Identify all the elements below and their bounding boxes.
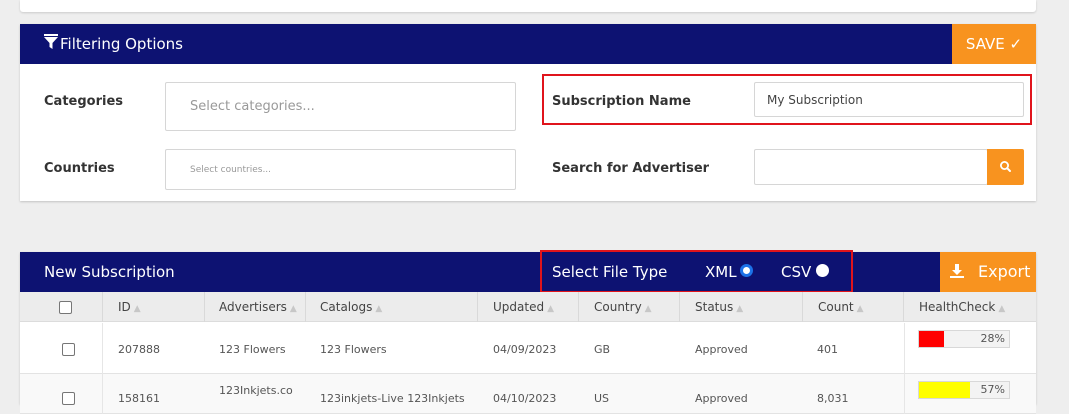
new-subscription-title: New Subscription: [44, 263, 175, 281]
column-header-healthcheck[interactable]: HealthCheck ▲: [904, 292, 1036, 322]
new-subscription-header: New Subscription Select File Type XML CS…: [20, 252, 1036, 292]
filter-icon: [44, 34, 58, 49]
healthcheck-fill: [919, 331, 945, 347]
new-subscription-panel: New Subscription Select File Type XML CS…: [20, 250, 1036, 414]
row-catalog: 123inkjets-Live 123Inkjets: [320, 392, 465, 405]
sort-icon: ▲: [289, 304, 297, 314]
column-header-updated[interactable]: Updated ▲: [478, 292, 579, 322]
healthcheck-percent: 57%: [980, 383, 1005, 396]
column-header-advertisers-label: Advertisers: [219, 300, 287, 314]
search-advertiser-label: Search for Advertiser: [552, 161, 710, 176]
row-checkbox[interactable]: [62, 392, 75, 405]
column-header-count-label: Count: [818, 300, 854, 314]
table-header: ID ▲ Advertisers ▲ Catalogs ▲ Updated ▲ Coun…: [20, 292, 1036, 322]
save-button[interactable]: SAVE ✓: [952, 24, 1036, 64]
top-card: [20, 0, 1036, 12]
download-icon: [950, 264, 964, 278]
table-row[interactable]: 158161 123Inkjets.co 123inkjets-Live 123…: [20, 374, 1036, 414]
sort-icon: ▲: [998, 304, 1006, 314]
column-divider: [102, 323, 103, 374]
select-all-checkbox[interactable]: [59, 301, 72, 314]
subscription-name-value: My Subscription: [767, 93, 863, 107]
countries-select[interactable]: Select countries...: [165, 149, 516, 190]
column-header-catalogs[interactable]: Catalogs ▲: [306, 292, 478, 322]
column-divider: [904, 374, 905, 414]
file-type-highlight-box: [540, 250, 853, 293]
row-status: Approved: [695, 392, 748, 405]
sort-icon: ▲: [856, 304, 864, 314]
column-header-catalogs-label: Catalogs: [320, 300, 373, 314]
search-button[interactable]: [987, 149, 1024, 185]
sort-icon: ▲: [644, 304, 652, 314]
column-header-count[interactable]: Count ▲: [803, 292, 904, 322]
column-header-status[interactable]: Status ▲: [680, 292, 803, 322]
row-country: GB: [594, 343, 611, 356]
row-count: 8,031: [817, 392, 849, 405]
row-id: 207888: [118, 343, 160, 356]
row-advertiser: 123Inkjets.co: [219, 384, 293, 397]
column-header-advertisers[interactable]: Advertisers ▲: [205, 292, 306, 322]
column-header-country[interactable]: Country ▲: [579, 292, 680, 322]
column-divider: [904, 323, 905, 374]
search-advertiser-input[interactable]: [754, 149, 988, 185]
categories-placeholder: Select categories...: [190, 99, 315, 114]
row-country: US: [594, 392, 610, 405]
categories-label: Categories: [44, 94, 124, 109]
column-header-id[interactable]: ID ▲: [103, 292, 205, 322]
filtering-options-header: Filtering Options SAVE ✓: [20, 24, 1036, 64]
search-icon: [999, 160, 1011, 172]
column-header-id-label: ID: [118, 300, 131, 314]
column-header-healthcheck-label: HealthCheck: [919, 300, 996, 314]
column-header-updated-label: Updated: [493, 300, 545, 314]
healthcheck-fill: [919, 382, 971, 398]
categories-select[interactable]: Select categories...: [165, 82, 516, 131]
subscription-name-input[interactable]: My Subscription: [754, 82, 1024, 117]
healthcheck-bar: 28%: [918, 330, 1010, 348]
row-id: 158161: [118, 392, 160, 405]
sort-icon: ▲: [375, 304, 383, 314]
export-button[interactable]: Export: [940, 252, 1036, 292]
column-header-country-label: Country: [594, 300, 642, 314]
row-updated: 04/10/2023: [493, 392, 557, 405]
sort-icon: ▲: [547, 304, 554, 314]
row-checkbox[interactable]: [62, 343, 75, 356]
healthcheck-percent: 28%: [980, 332, 1005, 345]
countries-label: Countries: [44, 161, 115, 176]
column-divider: [102, 374, 103, 414]
save-button-label: SAVE ✓: [965, 35, 1023, 53]
table-row[interactable]: 207888 123 Flowers 123 Flowers 04/09/202…: [20, 323, 1036, 374]
row-status: Approved: [695, 343, 748, 356]
row-count: 401: [817, 343, 838, 356]
subscription-name-label: Subscription Name: [552, 94, 691, 109]
filtering-options-panel: Filtering Options SAVE ✓ Categories Sele…: [20, 24, 1036, 201]
column-header-status-label: Status: [695, 300, 734, 314]
sort-icon: ▲: [736, 304, 744, 314]
export-button-label: Export: [978, 262, 1031, 281]
countries-placeholder: Select countries...: [190, 165, 272, 175]
row-updated: 04/09/2023: [493, 343, 557, 356]
filtering-options-title: Filtering Options: [60, 35, 183, 53]
sort-icon: ▲: [133, 304, 141, 314]
row-advertiser: 123 Flowers: [219, 343, 286, 356]
healthcheck-bar: 57%: [918, 381, 1010, 399]
select-all-cell: [20, 292, 103, 322]
row-catalog: 123 Flowers: [320, 343, 387, 356]
